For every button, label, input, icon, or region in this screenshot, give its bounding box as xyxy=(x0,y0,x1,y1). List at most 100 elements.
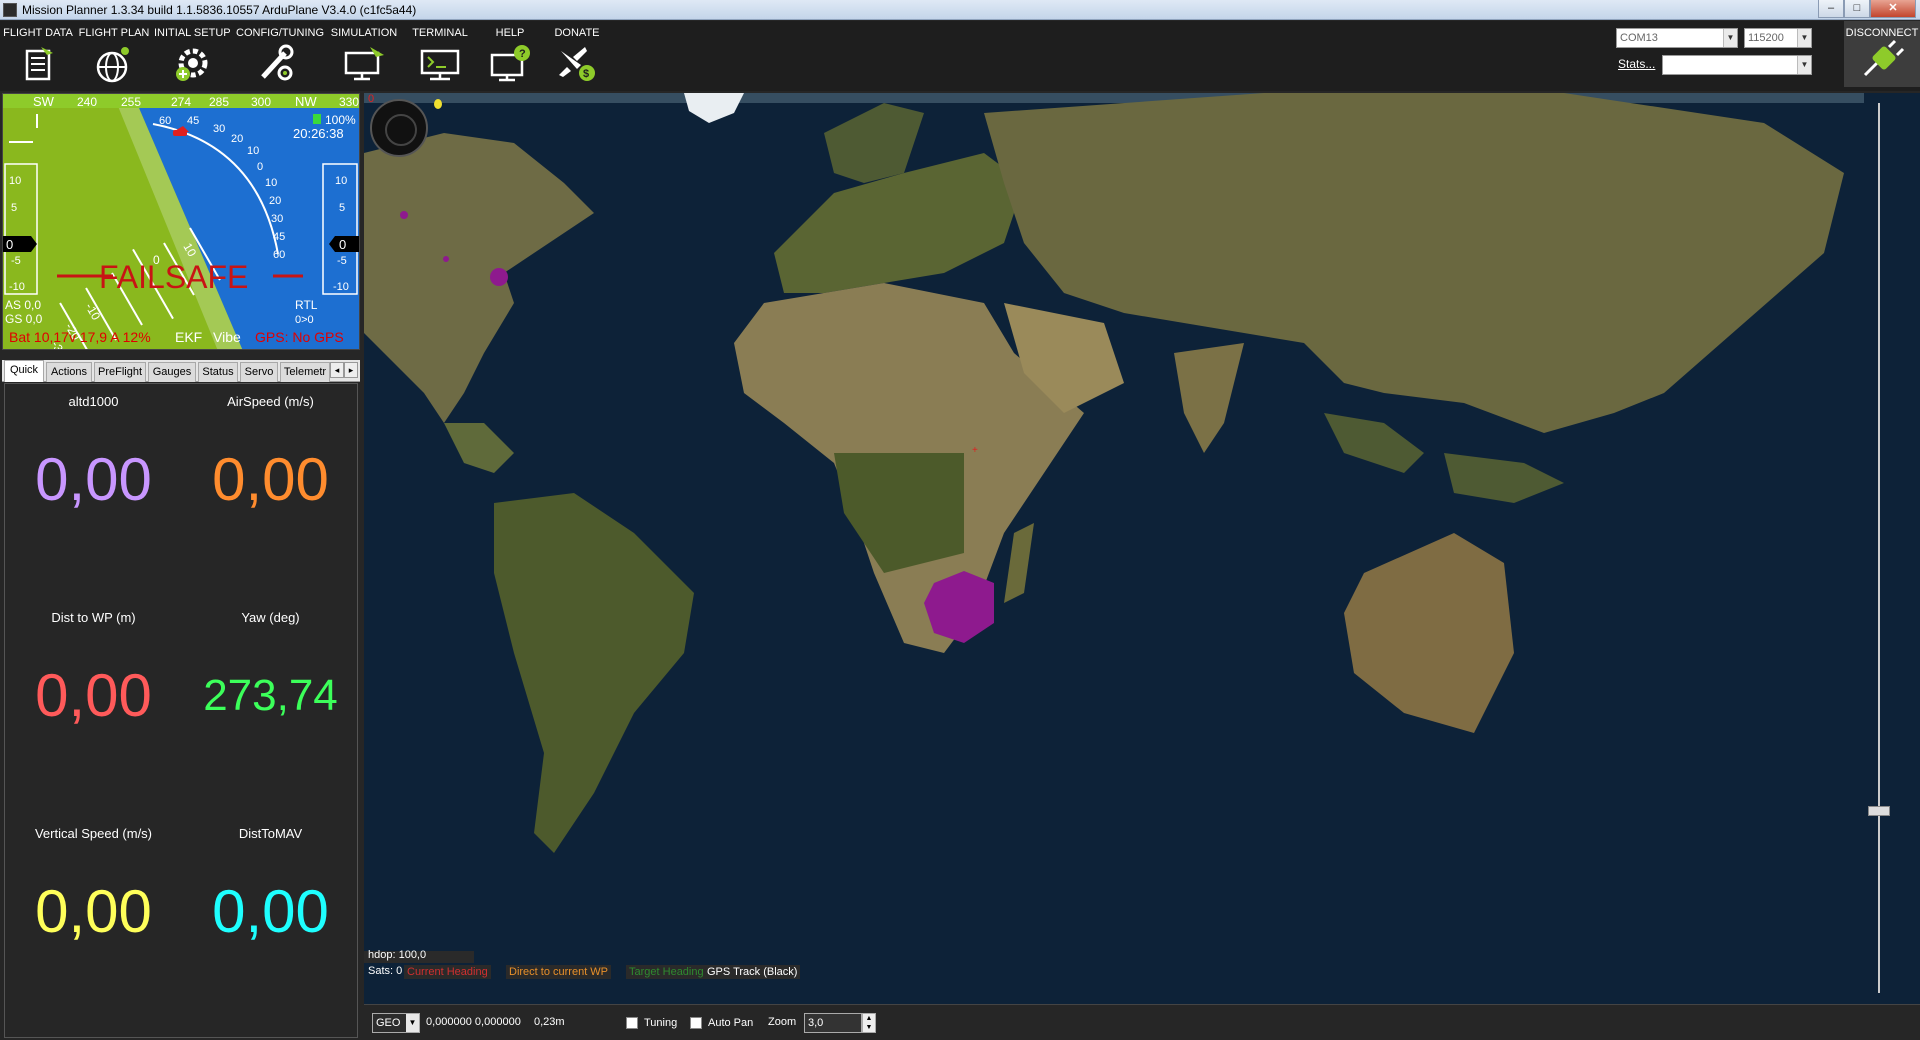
toolbar-config-tuning[interactable]: CONFIG/TUNING xyxy=(236,21,324,91)
quick-label: Vertical Speed (m/s) xyxy=(34,826,153,841)
alt-readout: 0,23m xyxy=(534,1016,565,1028)
speed-scale-label: 10 xyxy=(9,175,21,187)
baud-rate-select[interactable]: 115200 ▼ xyxy=(1744,28,1812,48)
alt-scale-label: 10 xyxy=(335,175,347,187)
hud-battery-percent: 100% xyxy=(325,113,356,127)
toolbar-flight-plan[interactable]: FLIGHT PLAN xyxy=(78,21,150,91)
auto-pan-checkbox[interactable] xyxy=(690,1017,702,1029)
map-statusbar: GEO ▼ 0,000000 0,000000 0,23m Tuning Aut… xyxy=(364,1004,1920,1040)
quick-value: 0,00 xyxy=(35,878,152,945)
tab-telemetry[interactable]: Telemetr xyxy=(280,362,330,382)
failsafe-text: FAILSAFE xyxy=(99,259,248,295)
toolbar-label: FLIGHT DATA xyxy=(3,27,73,39)
tab-gauges[interactable]: Gauges xyxy=(148,362,196,382)
heading-label: 285 xyxy=(209,95,229,109)
quick-cell[interactable]: Dist to WP (m) 0,00 xyxy=(5,600,182,816)
speed-scale-label: -10 xyxy=(9,281,25,293)
legend-target-heading: Target Heading xyxy=(626,965,707,979)
heading-label: NW xyxy=(295,94,317,109)
toolbar-help[interactable]: HELP ? xyxy=(474,21,546,91)
hud-mode: RTL xyxy=(295,298,318,312)
quick-cell[interactable]: Vertical Speed (m/s) 0,00 xyxy=(5,816,182,1032)
speed-scale-label: -5 xyxy=(11,255,21,267)
roll-label: 10 xyxy=(247,145,259,157)
zoom-slider-thumb[interactable] xyxy=(1868,806,1890,816)
quick-cell[interactable]: AirSpeed (m/s) 0,00 xyxy=(182,384,359,600)
quick-value: 273,74 xyxy=(203,671,338,720)
donate-icon: $ xyxy=(559,47,595,81)
coord-type-select[interactable]: GEO ▼ xyxy=(372,1013,420,1033)
maximize-button[interactable]: □ xyxy=(1844,0,1870,18)
window-titlebar: Mission Planner 1.3.34 build 1.1.5836.10… xyxy=(0,0,1920,20)
svg-text:?: ? xyxy=(519,48,526,60)
roll-label: 60 xyxy=(273,249,285,261)
quick-label: Dist to WP (m) xyxy=(51,610,136,625)
com-port-select[interactable]: COM13 ▼ xyxy=(1616,28,1738,48)
speed-value: 0 xyxy=(6,237,13,252)
chevron-down-icon: ▼ xyxy=(406,1014,419,1032)
main-toolbar: FLIGHT DATA FLIGHT PLAN INITIAL SETUP CO… xyxy=(0,21,1920,91)
zoom-label: Zoom xyxy=(768,1016,797,1028)
compass-icon[interactable] xyxy=(370,99,428,157)
terminal-icon xyxy=(420,49,460,81)
chevron-down-icon: ▼ xyxy=(1797,56,1811,74)
zoom-slider[interactable] xyxy=(1864,103,1894,993)
coords-readout: 0,000000 0,000000 xyxy=(426,1016,521,1028)
quick-cell[interactable]: Yaw (deg) 273,74 xyxy=(182,600,359,816)
heading-label: 330 xyxy=(339,95,359,109)
toolbar-simulation[interactable]: SIMULATION xyxy=(328,21,400,91)
chevron-down-icon: ▼ xyxy=(1723,29,1737,47)
speed-scale-label: 5 xyxy=(11,202,17,214)
plug-icon xyxy=(1863,39,1905,77)
coverage-overlay xyxy=(443,256,449,262)
roll-label: 30 xyxy=(271,213,283,225)
tab-preflight[interactable]: PreFlight xyxy=(94,362,146,382)
window-title: Mission Planner 1.3.34 build 1.1.5836.10… xyxy=(22,3,417,17)
quick-value: 0,00 xyxy=(212,878,329,945)
svg-text:$: $ xyxy=(583,68,589,80)
hud-gps: GPS: No GPS xyxy=(255,329,344,345)
hud[interactable]: SW 240 255 274 285 300 NW 330 60 45 30 2… xyxy=(2,93,360,350)
disconnect-button[interactable]: DISCONNECT xyxy=(1844,21,1920,87)
legend-direct-wp: Direct to current WP xyxy=(506,965,612,979)
quick-cell[interactable]: altd1000 0,00 xyxy=(5,384,182,600)
data-tabs: Quick Actions PreFlight Gauges Status Se… xyxy=(2,360,360,382)
zoom-input[interactable]: 3,0 xyxy=(804,1013,862,1033)
simulation-icon xyxy=(344,47,384,81)
bulb-icon xyxy=(434,99,442,109)
tab-status[interactable]: Status xyxy=(198,362,238,382)
hud-time: 20:26:38 xyxy=(293,126,344,141)
toolbar-donate[interactable]: DONATE $ xyxy=(542,21,612,91)
legend-current-heading: Current Heading xyxy=(404,965,491,979)
quick-view: altd1000 0,00 AirSpeed (m/s) 0,00 Dist t… xyxy=(4,383,358,1038)
quick-cell[interactable]: DistToMAV 0,00 xyxy=(182,816,359,1032)
tab-quick[interactable]: Quick xyxy=(4,360,44,382)
app-icon xyxy=(3,3,17,17)
tab-servo[interactable]: Servo xyxy=(240,362,278,382)
quick-value: 0,00 xyxy=(35,446,152,513)
toolbar-initial-setup[interactable]: INITIAL SETUP xyxy=(154,21,231,91)
tab-actions[interactable]: Actions xyxy=(46,362,92,382)
hud-airspeed: AS 0,0 xyxy=(5,298,41,312)
minimize-button[interactable]: – xyxy=(1818,0,1844,18)
quick-label: Yaw (deg) xyxy=(241,610,300,625)
zoom-spinner[interactable]: ▲ ▼ xyxy=(862,1013,876,1033)
roll-label: 45 xyxy=(187,115,199,127)
map-view[interactable]: + 0 hdop: 100,0 Sats: 0 Current Heading … xyxy=(364,93,1920,1004)
tuning-checkbox[interactable] xyxy=(626,1017,638,1029)
heading-label: 255 xyxy=(121,95,141,109)
toolbar-label: FLIGHT PLAN xyxy=(78,27,150,39)
quick-value: 0,00 xyxy=(212,446,329,513)
stats-select[interactable]: ▼ xyxy=(1662,55,1812,75)
close-button[interactable]: ✕ xyxy=(1870,0,1916,18)
sats-label: Sats: 0 xyxy=(368,965,403,977)
tab-scroll-left-icon[interactable]: ◂ xyxy=(330,362,344,378)
roll-label: 30 xyxy=(213,123,225,135)
toolbar-flight-data[interactable]: FLIGHT DATA xyxy=(2,21,74,91)
heading-label: 300 xyxy=(251,95,271,109)
toolbar-terminal[interactable]: TERMINAL xyxy=(404,21,476,91)
roll-label: 0 xyxy=(257,161,263,173)
tab-scroll-right-icon[interactable]: ▸ xyxy=(344,362,358,378)
toolbar-label: TERMINAL xyxy=(412,27,468,39)
stats-link[interactable]: Stats... xyxy=(1618,57,1655,71)
